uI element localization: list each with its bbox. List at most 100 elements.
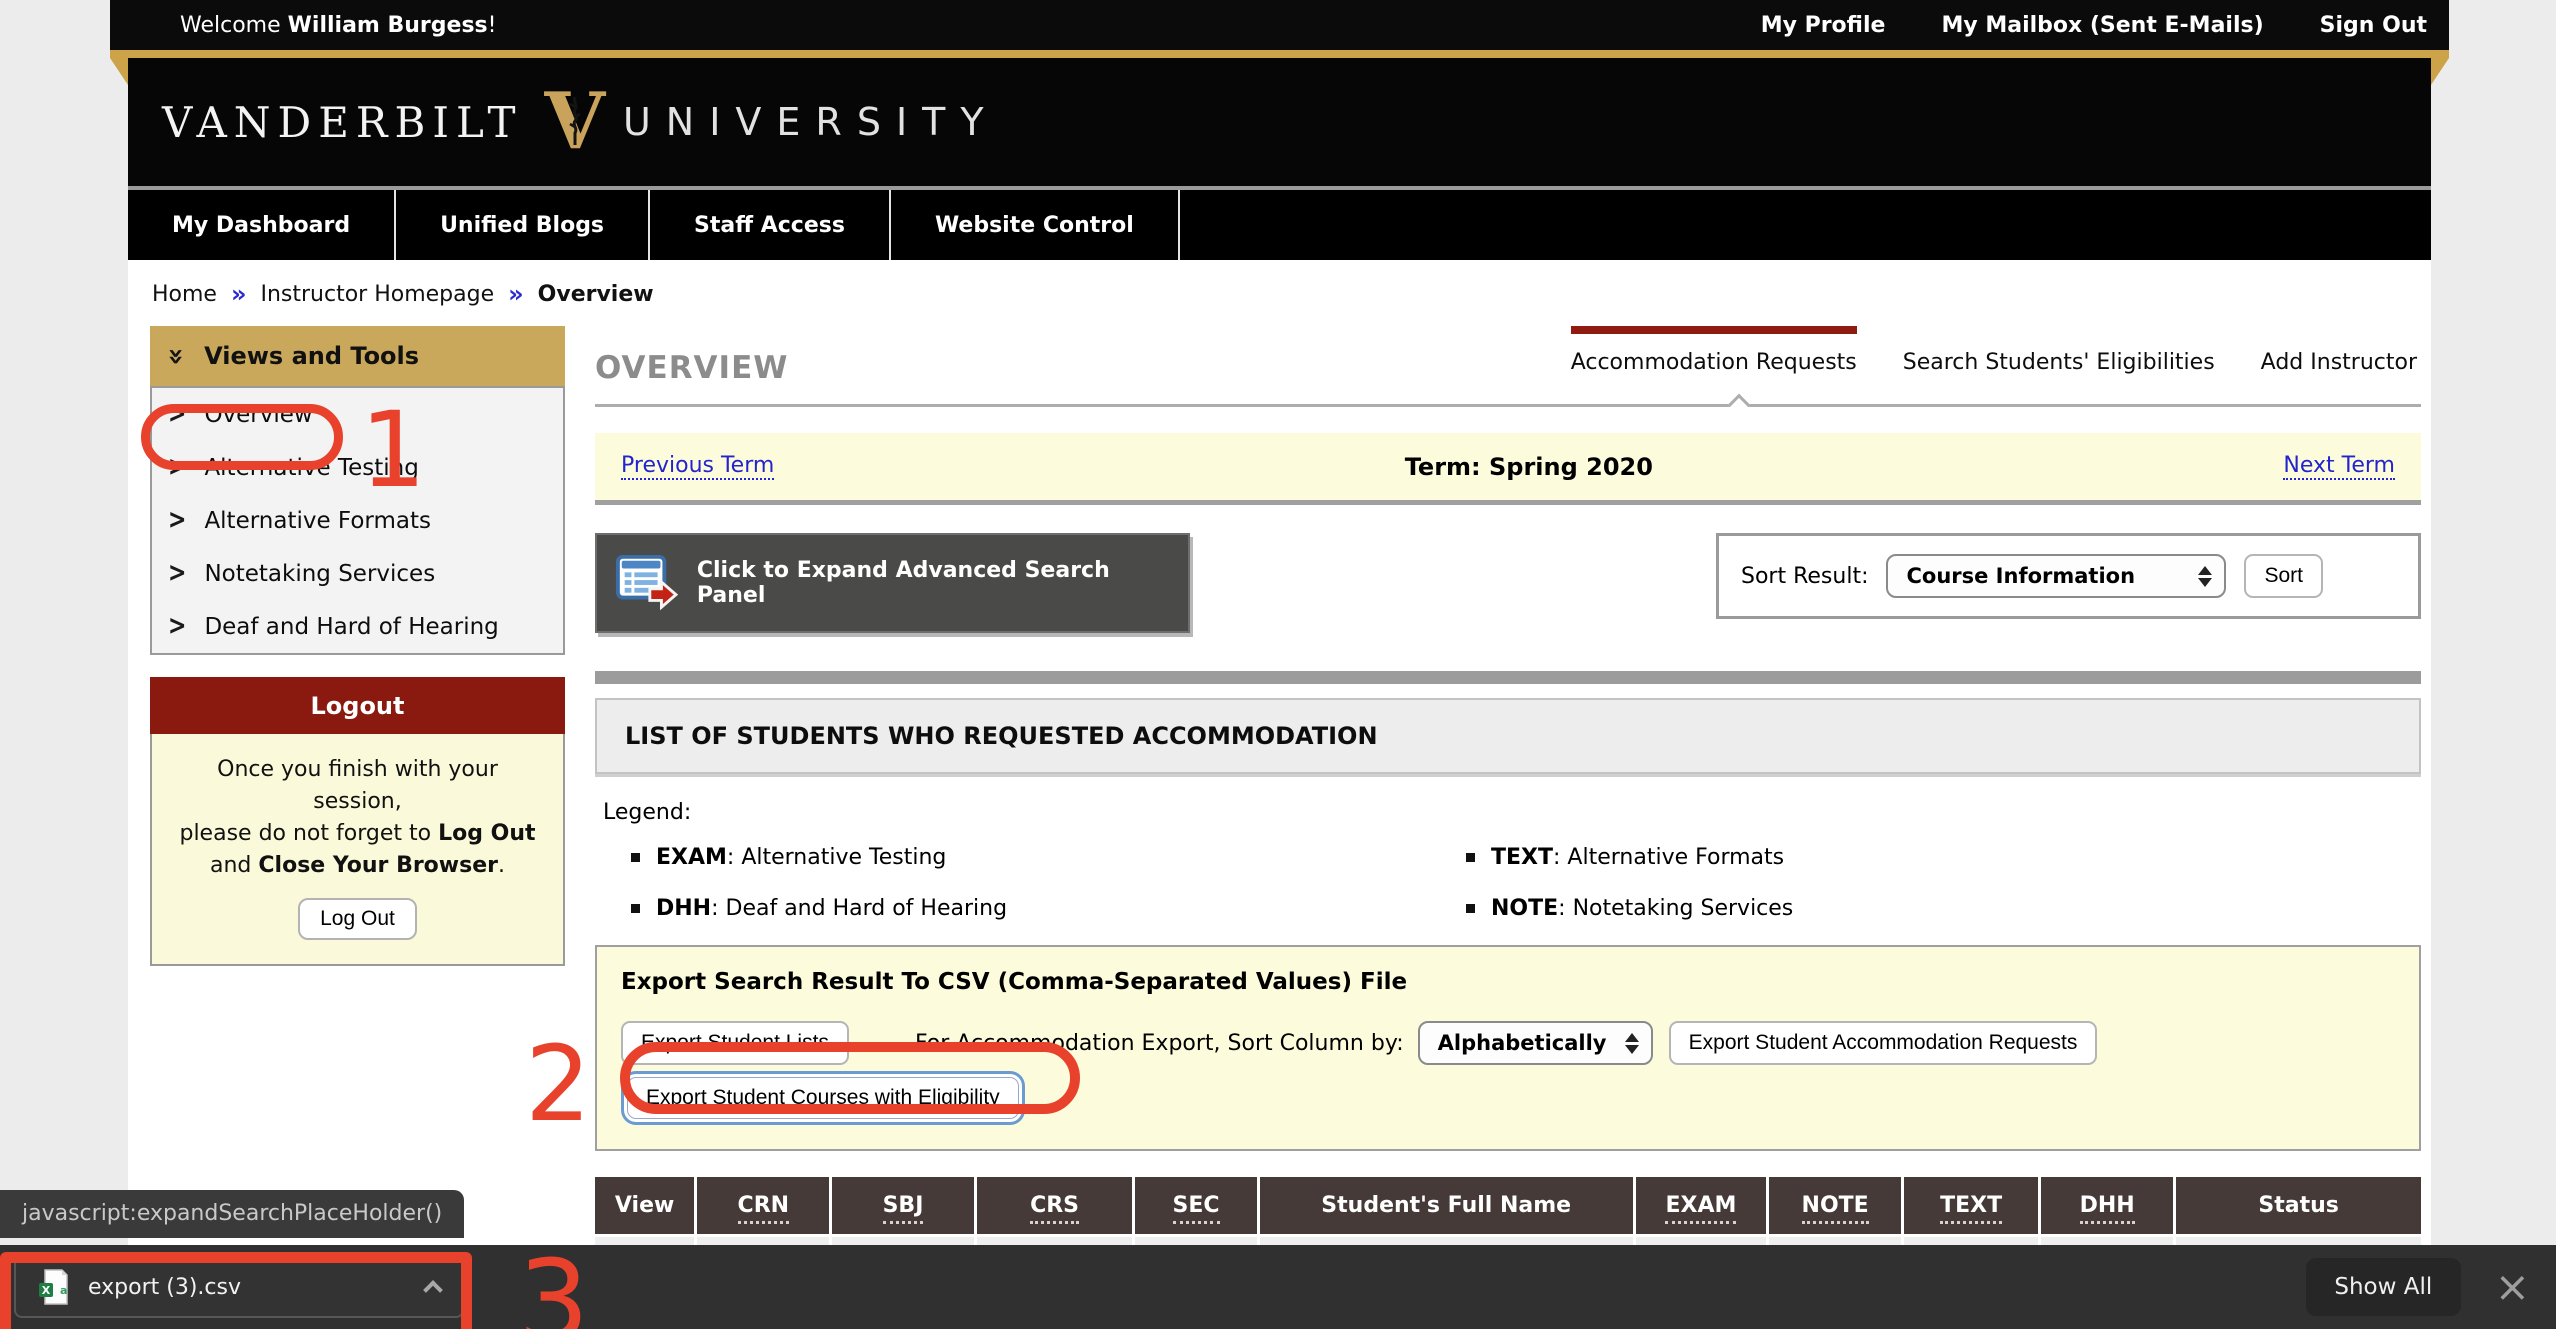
col-exam-sort[interactable]: EXAM	[1665, 1193, 1736, 1224]
sign-out-link[interactable]: Sign Out	[2320, 13, 2427, 38]
export-sort-value: Alphabetically	[1438, 1031, 1607, 1055]
sidebar-item-alternative-testing[interactable]: > Alternative Testing	[152, 441, 563, 494]
col-note-sort[interactable]: NOTE	[1802, 1193, 1869, 1224]
nav-website-control[interactable]: Website Control	[891, 190, 1180, 260]
sidebar-item-alternative-formats[interactable]: > Alternative Formats	[152, 494, 563, 547]
tab-search-students-eligibilities[interactable]: Search Students' Eligibilities	[1903, 326, 2215, 375]
chevron-right-icon: >	[168, 505, 186, 536]
nav-my-dashboard[interactable]: My Dashboard	[128, 190, 396, 260]
sidebar-item-notetaking-services[interactable]: > Notetaking Services	[152, 547, 563, 600]
log-out-button[interactable]: Log Out	[298, 898, 417, 940]
welcome-bar: Welcome William Burgess! My Profile My M…	[110, 0, 2449, 50]
chevron-up-icon[interactable]	[423, 1280, 443, 1300]
nav-staff-access[interactable]: Staff Access	[650, 190, 891, 260]
active-tab-caret	[1728, 394, 1751, 417]
legend-grid: EXAM: Alternative Testing TEXT: Alternat…	[631, 845, 2421, 921]
col-view: View	[615, 1193, 674, 1218]
tab-bar: Accommodation Requests Search Students' …	[1571, 326, 2417, 375]
views-and-tools-label: Views and Tools	[204, 342, 419, 370]
export-title: Export Search Result To CSV (Comma-Separ…	[621, 969, 2395, 995]
square-bullet-icon	[1466, 904, 1475, 913]
page-root: Welcome William Burgess! My Profile My M…	[0, 0, 2556, 1329]
col-sbj-sort[interactable]: SBJ	[883, 1193, 924, 1224]
tab-accommodation-requests[interactable]: Accommodation Requests	[1571, 326, 1857, 375]
user-name: William Burgess	[288, 13, 488, 38]
show-all-button[interactable]: Show All	[2306, 1258, 2461, 1316]
sort-button[interactable]: Sort	[2244, 554, 2323, 598]
breadcrumb-current: Overview	[538, 282, 654, 307]
sort-result-select[interactable]: Course Information	[1886, 554, 2226, 598]
col-student-name: Student's Full Name	[1321, 1193, 1571, 1218]
breadcrumb-separator-icon: »	[231, 280, 247, 308]
page-title: OVERVIEW	[595, 326, 788, 386]
next-term-link[interactable]: Next Term	[2283, 453, 2395, 480]
download-chip[interactable]: X a, export (3).csv	[14, 1256, 464, 1318]
legend-item-note: NOTE: Notetaking Services	[1466, 896, 2421, 921]
chevron-right-icon: >	[168, 611, 186, 642]
my-mailbox-link[interactable]: My Mailbox (Sent E-Mails)	[1941, 13, 2263, 38]
close-icon[interactable]: ×	[2495, 1266, 2530, 1308]
svg-text:X: X	[42, 1284, 51, 1297]
export-sort-label: For Accommodation Export, Sort Column by…	[915, 1031, 1404, 1056]
sidebar-menu: > Overview > Alternative Testing > Alter…	[150, 386, 565, 655]
square-bullet-icon	[631, 904, 640, 913]
chevron-right-icon: >	[168, 558, 186, 589]
legend-item-dhh: DHH: Deaf and Hard of Hearing	[631, 896, 1466, 921]
my-profile-link[interactable]: My Profile	[1761, 13, 1886, 38]
logout-body: Once you finish with your session, pleas…	[150, 734, 565, 966]
sort-result-value: Course Information	[1906, 564, 2135, 588]
sidebar-item-label: Notetaking Services	[204, 561, 435, 587]
select-arrows-icon	[1625, 1033, 1639, 1054]
gold-ribbon	[110, 50, 2449, 58]
logout-panel: Logout Once you finish with your session…	[150, 677, 565, 966]
square-bullet-icon	[1466, 853, 1475, 862]
sidebar-item-label: Alternative Testing	[204, 455, 418, 481]
col-crs-sort[interactable]: CRS	[1030, 1193, 1079, 1224]
nav-unified-blogs[interactable]: Unified Blogs	[396, 190, 650, 260]
col-text-sort[interactable]: TEXT	[1940, 1193, 2002, 1224]
col-crn-sort[interactable]: CRN	[738, 1193, 790, 1224]
export-controls-row: Export Student Lists For Accommodation E…	[621, 1021, 2395, 1065]
double-chevron-down-icon: »	[161, 347, 194, 365]
sidebar-item-label: Overview	[204, 402, 312, 428]
header-divider	[595, 404, 2421, 407]
export-accommodation-requests-button[interactable]: Export Student Accommodation Requests	[1669, 1021, 2098, 1065]
sidebar-item-deaf-hard-of-hearing[interactable]: > Deaf and Hard of Hearing	[152, 600, 563, 653]
main-header: OVERVIEW Accommodation Requests Search S…	[595, 326, 2421, 386]
previous-term-link[interactable]: Previous Term	[621, 453, 774, 480]
status-bar-url: javascript:expandSearchPlaceHolder()	[0, 1190, 464, 1238]
logout-header: Logout	[150, 677, 565, 734]
site-frame: Welcome William Burgess! My Profile My M…	[110, 0, 2449, 1329]
section-divider	[595, 671, 2421, 684]
views-and-tools-header[interactable]: » Views and Tools	[150, 326, 565, 386]
gold-ribbon-end-right	[2431, 58, 2449, 85]
legend: Legend: EXAM: Alternative Testing TEXT: …	[603, 800, 2421, 921]
sidebar-item-overview[interactable]: > Overview	[152, 388, 563, 441]
sort-result-label: Sort Result:	[1741, 564, 1868, 589]
tab-add-instructor[interactable]: Add Instructor	[2261, 326, 2417, 375]
legend-label: Legend:	[603, 800, 2421, 825]
downloads-bar-actions: Show All ×	[2306, 1258, 2530, 1316]
export-panel: Export Search Result To CSV (Comma-Separ…	[595, 945, 2421, 1151]
main-nav: My Dashboard Unified Blogs Staff Access …	[128, 190, 2431, 260]
search-sort-row: Click to Expand Advanced Search Panel So…	[595, 533, 2421, 633]
export-sort-select[interactable]: Alphabetically	[1418, 1021, 1653, 1065]
col-dhh-sort[interactable]: DHH	[2080, 1193, 2135, 1224]
export-student-lists-button[interactable]: Export Student Lists	[621, 1021, 849, 1065]
breadcrumb-instructor-homepage[interactable]: Instructor Homepage	[260, 282, 494, 307]
welcome-text: Welcome William Burgess!	[180, 13, 496, 38]
breadcrumb: Home » Instructor Homepage » Overview	[128, 260, 2431, 324]
advanced-search-icon	[615, 553, 679, 613]
expand-advanced-search-button[interactable]: Click to Expand Advanced Search Panel	[595, 533, 1190, 633]
export-student-courses-button[interactable]: Export Student Courses with Eligibility	[627, 1077, 1019, 1119]
university-banner: VANDERBILT V UNIVERSITY	[128, 58, 2431, 186]
excel-file-icon: X a,	[38, 1269, 68, 1305]
table-header-row: View CRN SBJ CRS SEC Student's Full Name…	[595, 1177, 2421, 1234]
breadcrumb-home[interactable]: Home	[152, 282, 217, 307]
col-sec-sort[interactable]: SEC	[1173, 1193, 1220, 1224]
layout-columns: » Views and Tools > Overview > Alternati…	[128, 324, 2431, 1329]
sidebar-item-label: Deaf and Hard of Hearing	[204, 614, 498, 640]
legend-item-exam: EXAM: Alternative Testing	[631, 845, 1466, 870]
sidebar: » Views and Tools > Overview > Alternati…	[150, 326, 565, 1294]
gold-ribbon-end-left	[110, 58, 128, 85]
